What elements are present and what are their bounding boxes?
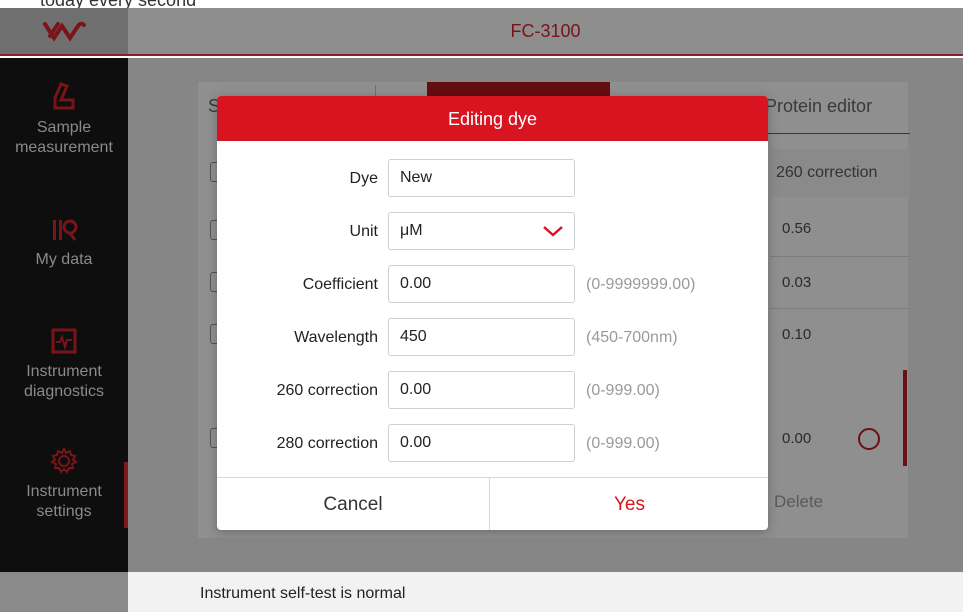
flask-icon (53, 82, 75, 110)
sidebar-item-label: Instrument diagnostics (23, 363, 105, 400)
title-bar: FC-3100 (0, 8, 963, 56)
monitor-pulse-icon (51, 328, 77, 354)
sidebar-item-my-data[interactable]: My data (0, 216, 128, 270)
wavelength-label: Wavelength (294, 329, 378, 346)
gear-icon (50, 446, 78, 474)
sidebar-item-label: Instrument settings (26, 483, 102, 520)
corr280-range-hint: (0-999.00) (586, 435, 660, 452)
app-title: FC-3100 (510, 21, 581, 41)
wavelength-range-hint: (450-700nm) (586, 329, 678, 346)
coefficient-row: Coefficient 0.00 (0-9999999.00) (217, 265, 768, 305)
corr280-label: 280 correction (276, 435, 378, 452)
corr280-input[interactable]: 0.00 (388, 424, 575, 462)
dialog-title: Editing dye (217, 96, 768, 141)
table-cell: 0.03 (782, 274, 812, 291)
dialog-footer: Cancel Yes (217, 477, 768, 530)
corr260-row: 260 correction 0.00 (0-999.00) (217, 371, 768, 411)
yes-button[interactable]: Yes (491, 478, 768, 530)
coefficient-range-hint: (0-9999999.00) (586, 276, 696, 293)
table-cell: 0.56 (782, 220, 812, 237)
data-icon (53, 219, 78, 241)
status-message: Instrument self-test is normal (200, 585, 406, 602)
sidebar-item-instrument-settings[interactable]: Instrument settings (0, 446, 128, 522)
wavelength-input[interactable]: 450 (388, 318, 575, 356)
table-cell: 0.10 (782, 326, 812, 343)
scrollbar[interactable] (903, 370, 907, 466)
row-divider (770, 256, 910, 257)
sidebar-item-label: Sample measurement (15, 119, 113, 156)
row-divider (770, 308, 910, 309)
app-logo-icon (0, 8, 128, 54)
sidebar-item-label: My data (35, 251, 93, 268)
status-bar: Instrument self-test is normal (128, 572, 963, 612)
edit-icon[interactable] (858, 428, 880, 450)
unit-row: Unit μM (217, 212, 768, 252)
dye-row: Dye New (217, 159, 768, 199)
unit-label: Unit (349, 223, 378, 240)
sidebar: Sample measurement My data Instrument di… (0, 58, 128, 572)
chevron-down-icon (543, 226, 563, 237)
sidebar-item-instrument-diagnostics[interactable]: Instrument diagnostics (0, 326, 128, 402)
status-bar-left (0, 572, 128, 612)
unit-select[interactable]: μM (388, 212, 575, 250)
wavelength-row: Wavelength 450 (450-700nm) (217, 318, 768, 358)
top-cut-text: today every second (0, 0, 963, 8)
tab-underline (760, 133, 910, 134)
dye-label: Dye (349, 170, 378, 187)
delete-button[interactable]: Delete (774, 492, 823, 512)
editing-dye-dialog: Editing dye Dye New Unit μM Coefficient … (217, 96, 768, 530)
dye-input[interactable]: New (388, 159, 575, 197)
corr260-label: 260 correction (276, 382, 378, 399)
sidebar-item-sample-measurement[interactable]: Sample measurement (0, 80, 128, 158)
unit-value: μM (400, 222, 423, 239)
corr260-input[interactable]: 0.00 (388, 371, 575, 409)
corr280-row: 280 correction 0.00 (0-999.00) (217, 424, 768, 464)
tab-protein-editor[interactable]: Protein editor (765, 96, 872, 117)
cancel-button[interactable]: Cancel (217, 478, 490, 530)
corr260-range-hint: (0-999.00) (586, 382, 660, 399)
coefficient-input[interactable]: 0.00 (388, 265, 575, 303)
column-header-260: 260 correction (770, 149, 910, 197)
table-cell: 0.00 (782, 430, 812, 447)
coefficient-label: Coefficient (302, 276, 378, 293)
